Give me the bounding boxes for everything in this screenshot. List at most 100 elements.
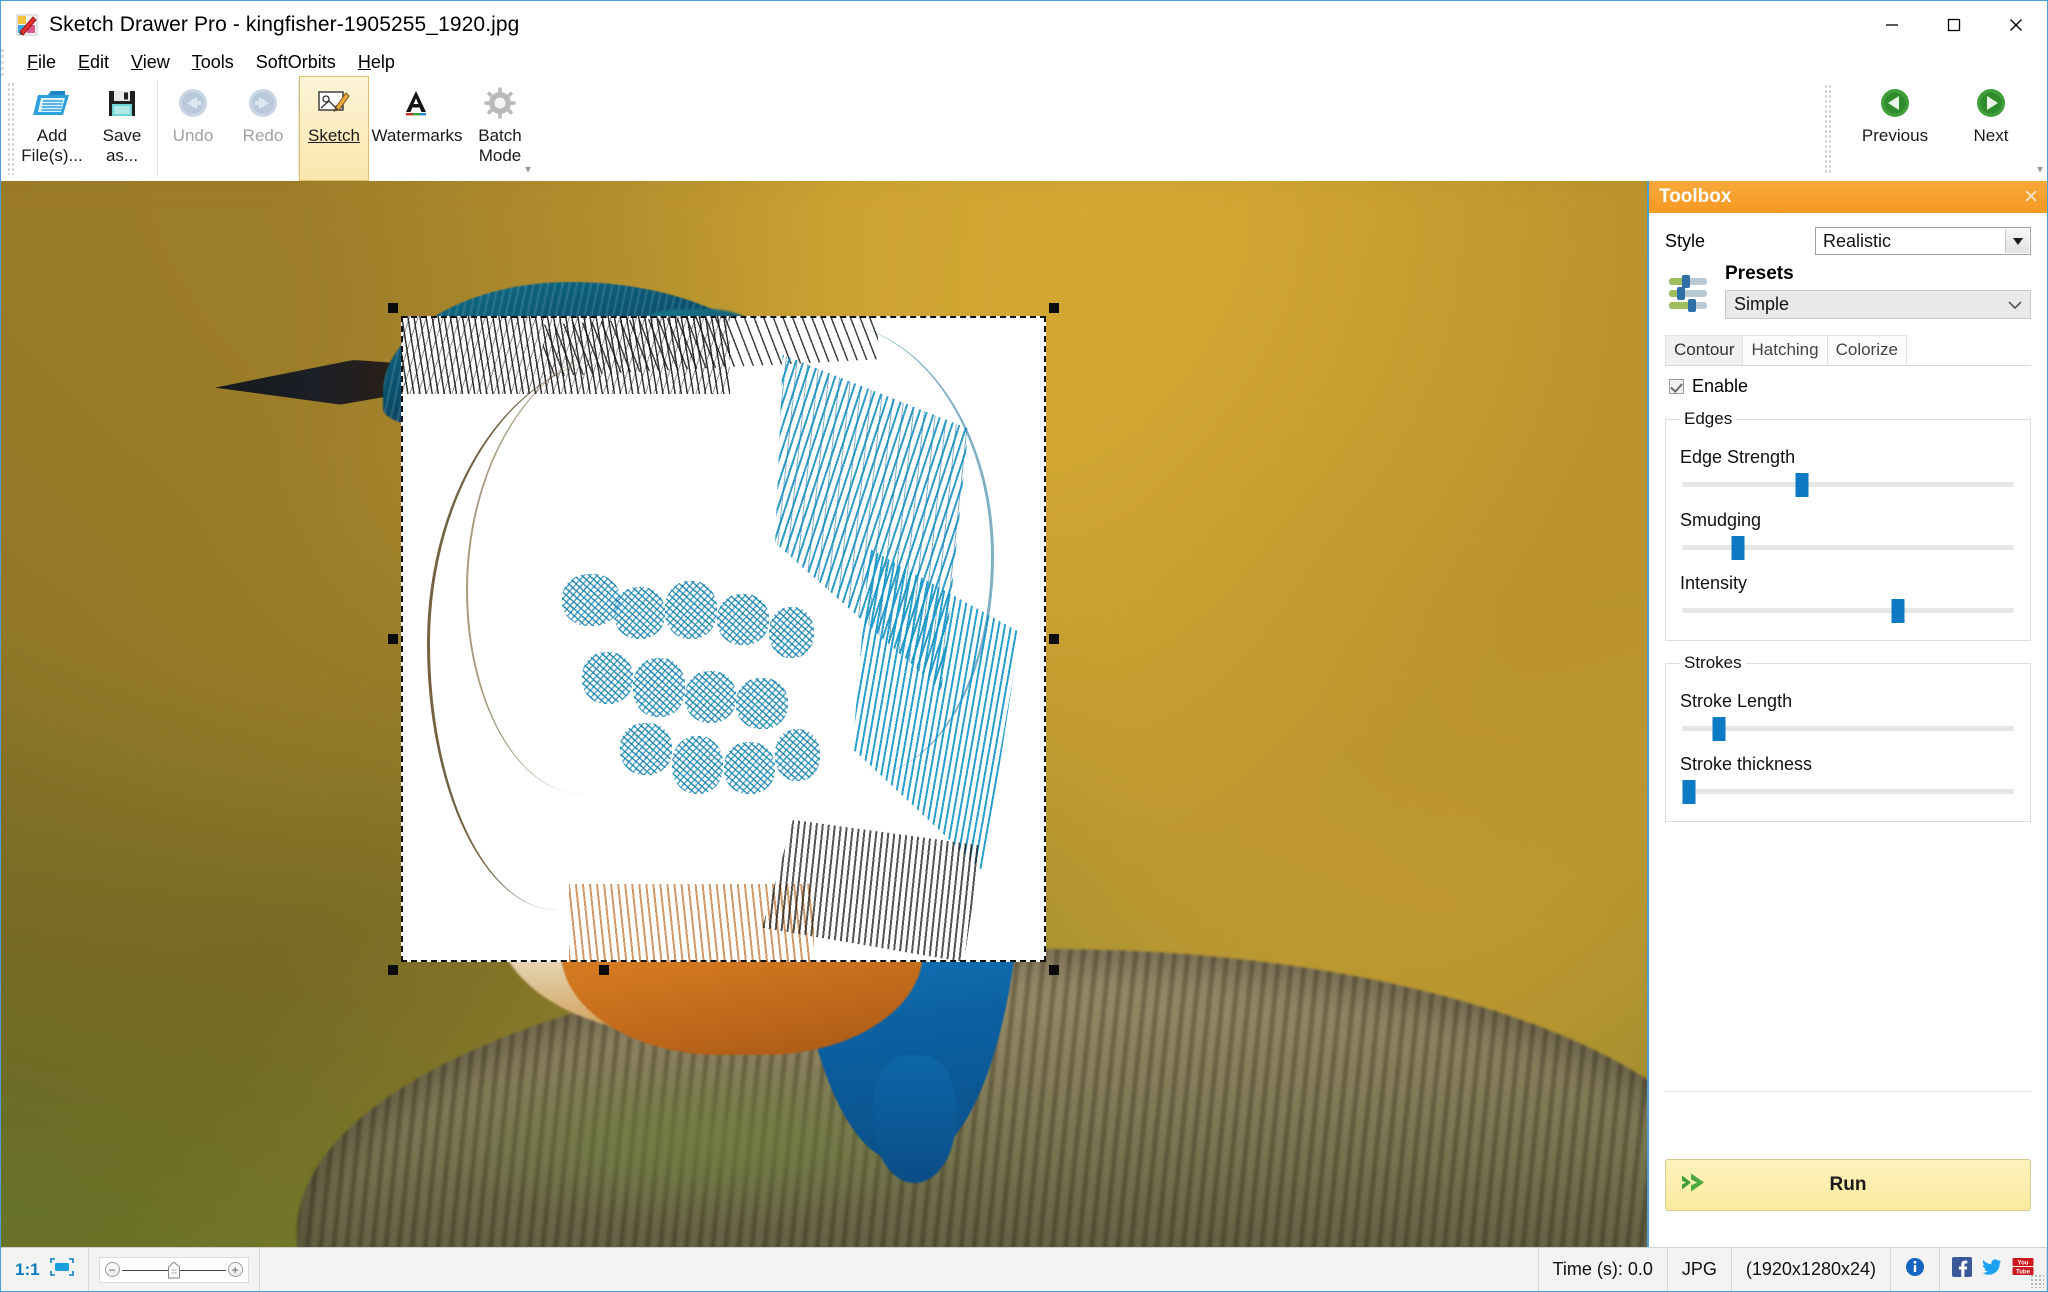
letter-a-icon	[400, 83, 434, 123]
sketch-button[interactable]: Sketch	[299, 76, 369, 181]
selection-handle-top-right[interactable]	[1049, 303, 1059, 313]
tab-colorize[interactable]: Colorize	[1826, 335, 1907, 365]
window-title: Sketch Drawer Pro - kingfisher-1905255_1…	[49, 13, 520, 36]
sketch-spot	[723, 742, 776, 795]
sketch-spot	[736, 677, 788, 730]
zoom-slider[interactable]: − +	[98, 1256, 249, 1283]
navigation-expander-icon[interactable]: ▾	[2037, 163, 2043, 175]
enable-checkbox[interactable]	[1669, 379, 1684, 394]
enable-row[interactable]: Enable	[1669, 376, 2031, 397]
toolbox-divider	[1665, 1091, 2031, 1092]
menu-item-file[interactable]: File	[16, 50, 67, 75]
menu-item-tools[interactable]: Tools	[181, 50, 245, 75]
selection-handle-bottom-center[interactable]	[598, 965, 609, 975]
minimize-button[interactable]	[1861, 1, 1923, 49]
stroke-thickness-slider[interactable]	[1682, 777, 2014, 805]
next-button[interactable]: Next	[1943, 76, 2039, 181]
run-button[interactable]: Run	[1665, 1159, 2031, 1211]
status-bar: 1:1 − + Time (s): 0.0 JPG (1920x1280x24)…	[1, 1247, 2047, 1291]
navigation-gripper[interactable]	[1824, 84, 1831, 173]
redo-arrow-icon	[245, 83, 281, 123]
style-dropdown[interactable]: Realistic	[1815, 227, 2031, 255]
maximize-button[interactable]	[1923, 1, 1985, 49]
open-folder-icon	[32, 83, 72, 123]
toolbar-group-effects: Sketch Watermarks Batch Mode ▾	[299, 76, 535, 181]
chevron-down-icon[interactable]	[2008, 294, 2022, 315]
fit-to-screen-icon[interactable]	[49, 1258, 74, 1281]
sketch-spot	[562, 574, 621, 627]
smudging-label: Smudging	[1680, 510, 1762, 530]
redo-button[interactable]: Redo	[228, 76, 298, 181]
selection-handle-top-left[interactable]	[388, 303, 398, 313]
sketch-spot	[684, 671, 737, 723]
toolbox-close-icon[interactable]: ✕	[2023, 188, 2039, 207]
menu-item-view[interactable]: View	[120, 50, 181, 75]
toolbar-gripper[interactable]	[7, 82, 14, 175]
stroke-length-slider[interactable]	[1682, 714, 2014, 742]
toolbox-panel: Toolbox ✕ Style Realistic Presets Simple…	[1647, 181, 2047, 1247]
undo-arrow-icon	[175, 83, 211, 123]
selection-handle-mid-right[interactable]	[1049, 634, 1059, 644]
presets-control: Presets Simple	[1725, 263, 2031, 319]
resize-grip-icon[interactable]	[2030, 1274, 2044, 1288]
undo-button[interactable]: Undo	[158, 76, 228, 181]
sketch-spot	[620, 722, 672, 775]
toolbar: Add File(s)... Save as... Undo Redo Sket…	[1, 76, 2047, 181]
tab-hatching[interactable]: Hatching	[1742, 335, 1828, 365]
slider-thumb[interactable]	[1682, 780, 1696, 804]
intensity-label: Intensity	[1680, 573, 1748, 593]
selection-handle-bottom-right[interactable]	[1049, 965, 1059, 975]
sliders-preset-icon	[1665, 269, 1713, 317]
toolbar-expander-icon[interactable]: ▾	[525, 163, 531, 175]
save-as-label: Save as...	[102, 126, 142, 165]
chevron-down-icon[interactable]	[2005, 229, 2029, 253]
save-as-button[interactable]: Save as...	[87, 76, 157, 181]
selection-handle-mid-left[interactable]	[388, 634, 398, 644]
sketch-wing-strokes-2	[852, 548, 1021, 872]
smudging-slider[interactable]	[1682, 533, 2014, 561]
enable-label: Enable	[1692, 376, 1749, 396]
facebook-icon[interactable]	[1952, 1257, 1972, 1282]
info-cell[interactable]	[1891, 1248, 1940, 1291]
watermarks-button[interactable]: Watermarks	[369, 76, 465, 181]
scale-cell[interactable]: 1:1	[1, 1248, 89, 1291]
presets-dropdown[interactable]: Simple	[1725, 290, 2031, 319]
format-cell: JPG	[1668, 1248, 1732, 1291]
title-bar: Sketch Drawer Pro - kingfisher-1905255_1…	[1, 1, 2047, 49]
strokes-legend: Strokes	[1684, 653, 1742, 672]
svg-text:You: You	[2018, 1261, 2029, 1267]
stroke-thickness-label: Stroke thickness	[1680, 754, 1813, 774]
slider-thumb[interactable]	[1731, 536, 1745, 560]
floppy-save-icon	[105, 83, 139, 123]
info-icon[interactable]	[1905, 1257, 1925, 1282]
menu-item-help[interactable]: Help	[347, 50, 406, 75]
sketch-drawer-icon	[15, 13, 39, 37]
toolbar-group-history: Undo Redo	[158, 76, 298, 181]
green-right-arrow-icon	[1975, 83, 2007, 123]
close-button[interactable]	[1985, 1, 2047, 49]
zoom-out-button[interactable]: −	[104, 1262, 120, 1277]
slider-thumb[interactable]	[1891, 599, 1905, 623]
add-files-label: Add File(s)...	[21, 126, 83, 165]
sketch-spot	[671, 735, 724, 795]
toolbox-title: Toolbox	[1659, 186, 1732, 207]
tab-contour[interactable]: Contour	[1665, 335, 1744, 365]
twitter-icon[interactable]	[1982, 1257, 2002, 1282]
sketch-spot	[613, 587, 666, 639]
selection-handle-bottom-left[interactable]	[388, 965, 398, 975]
scale-label: 1:1	[15, 1259, 40, 1279]
menu-item-softorbits[interactable]: SoftOrbits	[245, 50, 347, 75]
zoom-in-button[interactable]: +	[227, 1262, 243, 1277]
previous-label: Previous	[1861, 126, 1929, 145]
image-canvas[interactable]	[1, 181, 1647, 1247]
menu-item-edit[interactable]: Edit	[67, 50, 120, 75]
slider-thumb[interactable]	[1712, 717, 1726, 741]
edge-strength-slider[interactable]	[1682, 470, 2014, 498]
gear-icon	[483, 83, 517, 123]
intensity-slider[interactable]	[1682, 596, 2014, 624]
add-files-button[interactable]: Add File(s)...	[17, 76, 87, 181]
previous-button[interactable]: Previous	[1847, 76, 1943, 181]
sketch-image-icon	[317, 83, 351, 123]
zoom-handle-icon[interactable]	[167, 1260, 180, 1279]
slider-thumb[interactable]	[1795, 473, 1809, 497]
